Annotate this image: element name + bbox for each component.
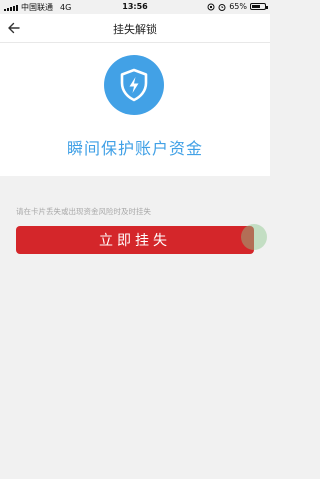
touch-indicator [241, 224, 267, 250]
page-title: 挂失解锁 [113, 23, 157, 36]
rotation-lock-icon [207, 3, 215, 10]
hero-panel: 瞬间保护账户资金 [0, 43, 270, 176]
battery-fill [252, 5, 260, 8]
battery-icon [250, 3, 268, 10]
battery-percent: 65% [229, 2, 247, 11]
report-loss-button[interactable]: 立即挂失 [16, 226, 254, 254]
hero-tagline: 瞬间保护账户资金 [66, 139, 203, 158]
status-right: 65% [207, 2, 268, 11]
shield-badge [104, 55, 164, 115]
status-bar: 中国联通 4G 13:56 65% [0, 0, 270, 14]
shield-lightning-icon [120, 68, 148, 102]
alarm-icon [218, 3, 226, 11]
nav-bar: 挂失解锁 [0, 14, 270, 43]
hint-text: 请在卡片丢失或出现资金风险时及时挂失 [16, 207, 151, 216]
